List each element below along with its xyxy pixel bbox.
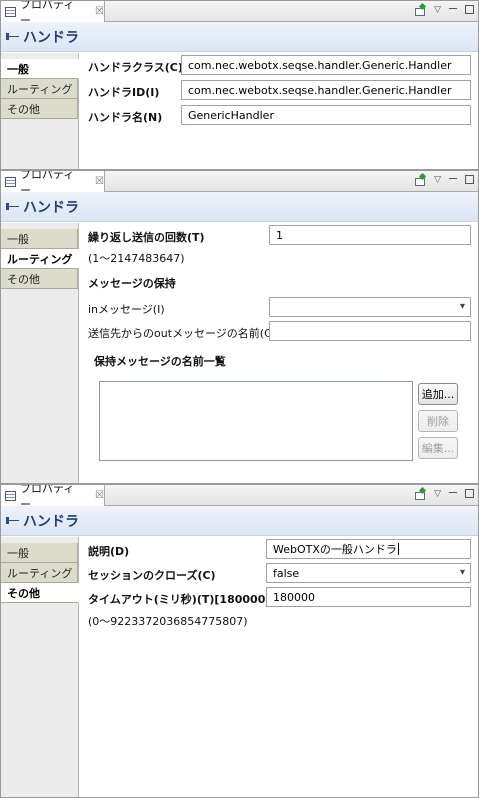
description-field[interactable]: WebOTXの一般ハンドラ: [266, 539, 471, 559]
tab-other[interactable]: その他: [1, 583, 79, 603]
properties-view-general: プロパティー ☒ ▽ ハンドラ 一般 ルーティング その他 ハンドラクラス(C)…: [0, 0, 479, 170]
form-title: ハンドラ: [23, 513, 79, 530]
form-title: ハンドラ: [23, 29, 79, 46]
session-close-combo[interactable]: false: [266, 563, 471, 583]
out-message-label: 送信先からのoutメッセージの名前(C): [88, 327, 277, 340]
view-toolbar: ▽: [414, 174, 474, 186]
properties-tab[interactable]: プロパティー ☒: [1, 171, 105, 197]
retry-count-range: (1～2147483647): [88, 252, 185, 265]
close-tab-icon[interactable]: ☒: [95, 490, 104, 501]
routing-form: 繰り返し送信の回数(T) 1 (1～2147483647) メッセージの保持 i…: [80, 223, 478, 483]
timeout-range: (0～9223372036854775807): [88, 615, 248, 628]
maximize-icon[interactable]: [465, 5, 474, 14]
pin-view-icon[interactable]: [414, 488, 426, 500]
view-menu-icon[interactable]: ▽: [434, 489, 441, 499]
edit-button[interactable]: 編集...: [418, 437, 458, 459]
pin-view-icon[interactable]: [414, 4, 426, 16]
handler-id-field[interactable]: com.nec.webotx.seqse.handler.Generic.Han…: [181, 80, 471, 100]
properties-view-icon: [5, 6, 16, 17]
view-tab-bar: プロパティー ☒ ▽: [1, 485, 478, 511]
tab-other[interactable]: その他: [1, 269, 78, 289]
properties-tab[interactable]: プロパティー ☒: [1, 1, 105, 27]
handler-id-label: ハンドラID(I): [88, 86, 160, 99]
minimize-icon[interactable]: [449, 176, 457, 179]
handler-class-label: ハンドラクラス(C): [88, 61, 183, 74]
timeout-label: タイムアウト(ミリ秒)(T)[180000]: [88, 593, 271, 606]
tab-general[interactable]: 一般: [1, 229, 78, 249]
close-tab-icon[interactable]: ☒: [95, 176, 104, 187]
form-title: ハンドラ: [23, 199, 79, 216]
minimize-icon[interactable]: [449, 490, 457, 493]
maximize-icon[interactable]: [465, 175, 474, 184]
tab-general[interactable]: 一般: [1, 543, 78, 563]
in-message-label: inメッセージ(I): [88, 303, 165, 316]
retry-count-label: 繰り返し送信の回数(T): [88, 231, 205, 244]
property-tabs: 一般 ルーティング その他: [1, 53, 79, 169]
form-title-bar: ハンドラ: [1, 506, 478, 536]
property-tabs: 一般 ルーティング その他: [1, 223, 79, 483]
form-title-bar: ハンドラ: [1, 192, 478, 222]
minimize-icon[interactable]: [449, 6, 457, 9]
other-form: 説明(D) WebOTXの一般ハンドラ セッションのクローズ(C) false …: [80, 537, 478, 797]
kept-message-list[interactable]: [99, 381, 413, 461]
tab-routing[interactable]: ルーティング: [1, 249, 79, 269]
tab-other[interactable]: その他: [1, 99, 78, 119]
add-button[interactable]: 追加...: [418, 383, 458, 405]
view-tab-bar: プロパティー ☒ ▽: [1, 171, 478, 197]
properties-view-icon: [5, 176, 16, 187]
handler-icon: [6, 516, 19, 525]
timeout-field[interactable]: 180000: [266, 587, 471, 607]
description-label: 説明(D): [88, 545, 130, 558]
view-menu-icon[interactable]: ▽: [434, 5, 441, 15]
description-value: WebOTXの一般ハンドラ: [273, 543, 397, 556]
close-tab-icon[interactable]: ☒: [95, 6, 104, 17]
view-toolbar: ▽: [414, 4, 474, 16]
session-close-label: セッションのクローズ(C): [88, 569, 216, 582]
out-message-field[interactable]: [269, 321, 471, 341]
handler-name-label: ハンドラ名(N): [88, 111, 163, 124]
form-title-bar: ハンドラ: [1, 22, 478, 52]
in-message-combo[interactable]: [269, 297, 471, 317]
maximize-icon[interactable]: [465, 489, 474, 498]
message-keep-heading: メッセージの保持: [88, 277, 176, 290]
tab-routing[interactable]: ルーティング: [1, 79, 78, 99]
properties-view-other: プロパティー ☒ ▽ ハンドラ 一般 ルーティング その他 説明(D) WebO…: [0, 484, 479, 798]
delete-button[interactable]: 削除: [418, 410, 458, 432]
tab-general[interactable]: 一般: [1, 59, 79, 79]
properties-view-routing: プロパティー ☒ ▽ ハンドラ 一般 ルーティング その他 繰り返し送信の回数(…: [0, 170, 479, 484]
view-tab-bar: プロパティー ☒ ▽: [1, 1, 478, 27]
property-tabs: 一般 ルーティング その他: [1, 537, 79, 797]
handler-class-field[interactable]: com.nec.webotx.seqse.handler.Generic.Han…: [181, 55, 471, 75]
handler-icon: [6, 32, 19, 41]
kept-message-list-heading: 保持メッセージの名前一覧: [94, 355, 226, 368]
pin-view-icon[interactable]: [414, 174, 426, 186]
general-form: ハンドラクラス(C) com.nec.webotx.seqse.handler.…: [80, 53, 478, 169]
retry-count-field[interactable]: 1: [269, 225, 471, 245]
properties-view-icon: [5, 490, 16, 501]
handler-icon: [6, 202, 19, 211]
properties-tab[interactable]: プロパティー ☒: [1, 485, 105, 511]
view-menu-icon[interactable]: ▽: [434, 175, 441, 185]
tab-routing[interactable]: ルーティング: [1, 563, 78, 583]
handler-name-field[interactable]: GenericHandler: [181, 105, 471, 125]
view-toolbar: ▽: [414, 488, 474, 500]
